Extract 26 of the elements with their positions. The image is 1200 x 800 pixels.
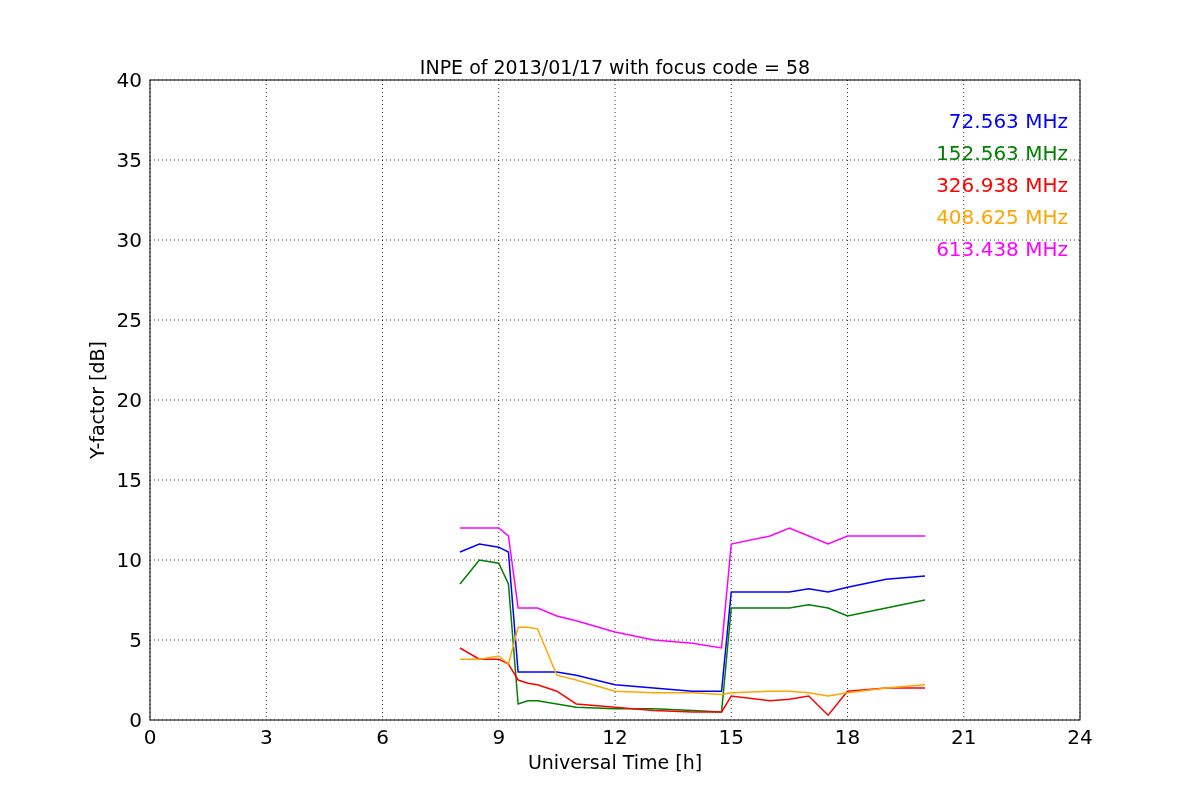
tick-label: 5 [129, 628, 142, 652]
tick-label: 0 [129, 708, 142, 732]
x-axis-label: Universal Time [h] [527, 751, 703, 773]
tick-label: 15 [116, 468, 142, 492]
tick-label: 35 [116, 148, 142, 172]
chart-title: INPE of 2013/01/17 with focus code = 58 [419, 56, 811, 78]
tick-label: 3 [259, 725, 273, 749]
tick-label: 9 [492, 725, 506, 749]
legend-label: 326.938 MHz [936, 173, 1068, 197]
tick-label: 21 [951, 725, 977, 749]
tick-label: 12 [602, 725, 628, 749]
legend-label: 613.438 MHz [936, 237, 1068, 261]
legend-label: 72.563 MHz [948, 109, 1068, 133]
tick-label: 15 [718, 725, 744, 749]
y-axis-label: Y-factor [dB] [86, 341, 108, 459]
tick-label: 20 [116, 388, 142, 412]
tick-label: 25 [116, 308, 142, 332]
legend-label: 408.625 MHz [936, 205, 1068, 229]
tick-label: 6 [376, 725, 389, 749]
tick-label: 0 [143, 725, 157, 749]
tick-label: 18 [834, 725, 861, 749]
tick-label: 10 [116, 548, 142, 572]
tick-label: 40 [116, 68, 142, 92]
tick-label: 24 [1067, 725, 1093, 749]
tick-label: 30 [116, 228, 142, 252]
legend-label: 152.563 MHz [936, 141, 1068, 165]
